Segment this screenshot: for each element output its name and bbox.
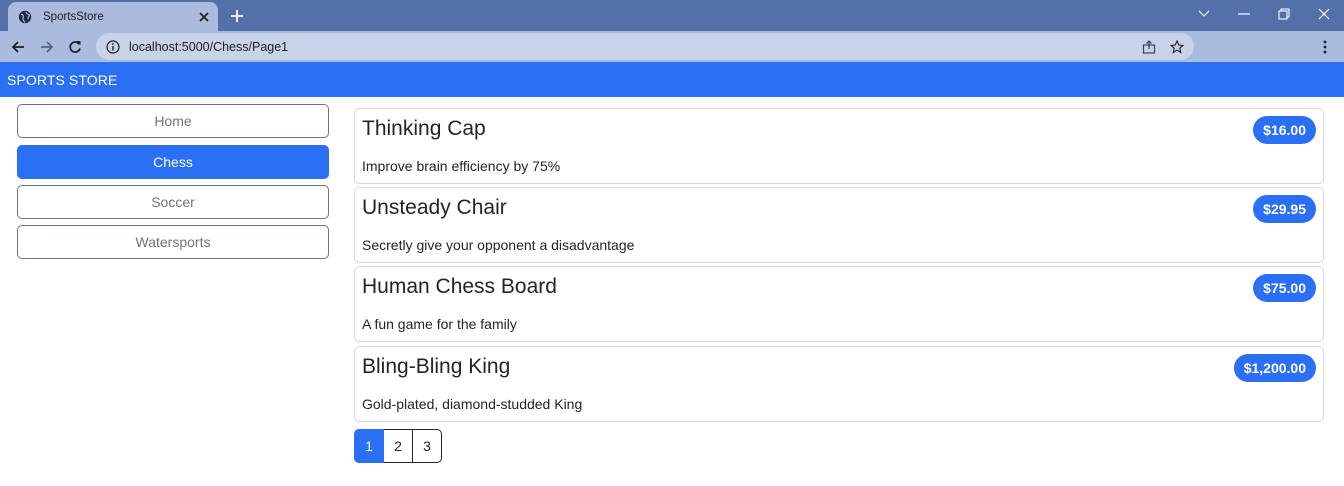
price-badge: $29.95 — [1253, 195, 1316, 223]
page-button-2[interactable]: 2 — [383, 429, 413, 463]
close-tab-icon[interactable] — [196, 9, 212, 25]
product-card: Bling-Bling King $1,200.00 Gold-plated, … — [354, 346, 1324, 422]
browser-tab[interactable]: SportsStore — [8, 2, 218, 31]
bookmark-star-icon[interactable] — [1166, 36, 1188, 58]
back-arrow-icon[interactable] — [6, 35, 30, 59]
product-name: Human Chess Board — [362, 275, 557, 298]
forward-arrow-icon[interactable] — [35, 35, 59, 59]
address-bar[interactable]: localhost:5000/Chess/Page1 — [96, 33, 1194, 60]
price-badge: $16.00 — [1253, 116, 1316, 144]
product-name: Thinking Cap — [362, 117, 486, 140]
price-badge: $75.00 — [1253, 274, 1316, 302]
category-button-soccer[interactable]: Soccer — [17, 185, 329, 219]
browser-toolbar: localhost:5000/Chess/Page1 — [0, 31, 1344, 62]
product-description: Gold-plated, diamond-studded King — [362, 396, 583, 412]
product-card: Unsteady Chair $29.95 Secretly give your… — [354, 187, 1324, 263]
minimize-icon[interactable] — [1224, 0, 1264, 28]
product-name: Bling-Bling King — [362, 355, 511, 378]
category-button-chess[interactable]: Chess — [17, 145, 329, 179]
globe-icon — [18, 10, 32, 24]
page-button-3[interactable]: 3 — [412, 429, 442, 463]
close-window-icon[interactable] — [1304, 0, 1344, 28]
restore-window-icon[interactable] — [1264, 0, 1304, 28]
browser-menu-icon[interactable] — [1313, 35, 1337, 59]
site-info-icon[interactable] — [106, 39, 120, 54]
product-description: A fun game for the family — [362, 316, 517, 332]
new-tab-icon[interactable] — [226, 5, 248, 27]
product-card: Thinking Cap $16.00 Improve brain effici… — [354, 108, 1324, 184]
product-description: Secretly give your opponent a disadvanta… — [362, 237, 635, 253]
brand-title: SPORTS STORE — [7, 72, 118, 88]
page-button-1[interactable]: 1 — [354, 429, 384, 463]
tab-search-chevron-icon[interactable] — [1184, 0, 1224, 28]
share-icon[interactable] — [1138, 36, 1160, 58]
browser-tabstrip: SportsStore — [0, 0, 1344, 31]
tab-title: SportsStore — [43, 10, 104, 23]
site-header: SPORTS STORE — [0, 62, 1344, 97]
category-button-home[interactable]: Home — [17, 104, 329, 138]
pagination: 1 2 3 — [354, 429, 442, 463]
category-button-watersports[interactable]: Watersports — [17, 225, 329, 259]
price-badge: $1,200.00 — [1233, 354, 1316, 382]
product-description: Improve brain efficiency by 75% — [362, 158, 561, 174]
product-card: Human Chess Board $75.00 A fun game for … — [354, 266, 1324, 342]
url-text[interactable]: localhost:5000/Chess/Page1 — [129, 40, 1138, 54]
reload-icon[interactable] — [63, 35, 87, 59]
product-name: Unsteady Chair — [362, 196, 507, 219]
